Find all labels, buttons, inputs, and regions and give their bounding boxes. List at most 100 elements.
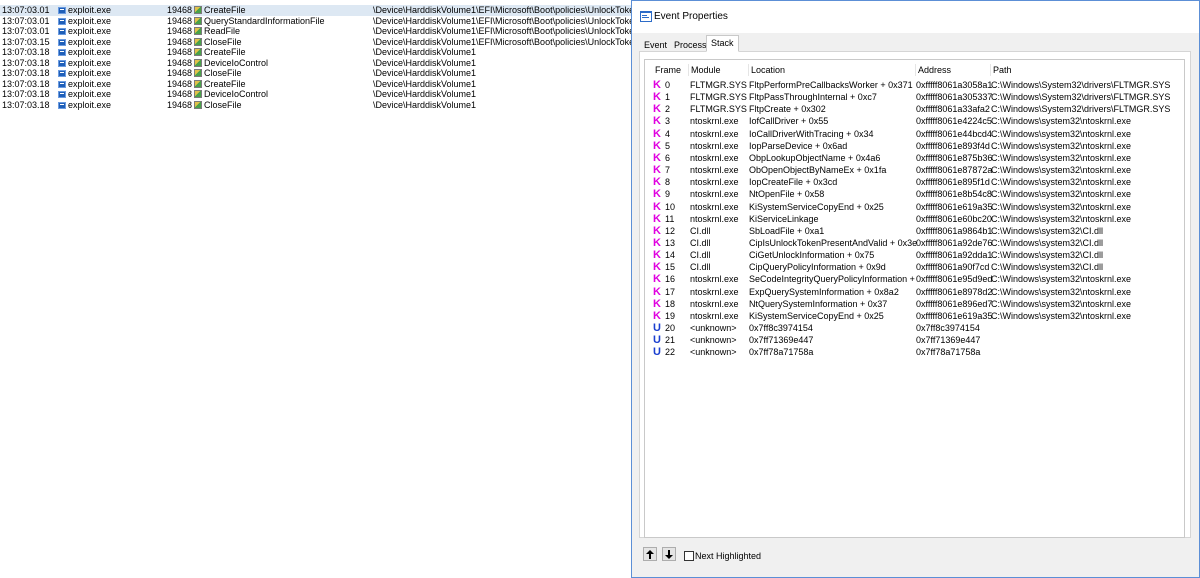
pid-cell-text: 19468: [166, 26, 192, 36]
frame-cell: K5: [653, 140, 687, 152]
location-cell: KiServiceLinkage: [749, 213, 819, 224]
module-cell: ntoskrnl.exe: [690, 298, 739, 309]
frame-number: 2: [665, 104, 671, 115]
column-header-path[interactable]: Path: [991, 64, 1184, 76]
location-cell: CipQueryPolicyInformation + 0x9d: [749, 262, 886, 273]
kernel-frame-marker: K: [653, 212, 661, 225]
stack-frame-row[interactable]: K 5 ntoskrnl.exe IopParseDevice + 0x6ad 0xff…: [645, 140, 1184, 152]
kernel-frame-marker: K: [653, 261, 661, 274]
event-properties-icon: [640, 11, 652, 22]
time-cell: 13:07:03.017...: [2, 16, 50, 27]
table-row[interactable]: 13:07:03.186... exploit.exe 19468 CreateFil…: [0, 47, 632, 58]
column-header-address[interactable]: Address: [916, 64, 991, 76]
stack-frame-row[interactable]: K 17 ntoskrnl.exe ExpQuerySystemInformation…: [645, 286, 1184, 298]
kernel-frame-marker: K: [653, 200, 661, 213]
stack-frame-row[interactable]: K 10 ntoskrnl.exe KiSystemServiceCopyEnd + …: [645, 200, 1184, 213]
path-cell-text: \Device\HarddiskVolume1\EFI\Microsoft\Bo…: [373, 15, 631, 26]
stack-frame-row[interactable]: U 20 <unknown> 0x7ff8c3974154 0x7ff8c3974154: [645, 322, 1184, 334]
module-cell: ntoskrnl.exe: [690, 152, 739, 163]
stack-frame-row[interactable]: K 13 CI.dll CipIsUnlockTokenPresentAndValid…: [645, 237, 1184, 249]
pid-cell-text: 19468: [166, 57, 192, 68]
previous-button[interactable]: [643, 547, 657, 561]
location-cell: ObpLookupObjectName + 0x4a6: [749, 152, 881, 163]
filesystem-icon: [194, 16, 202, 25]
process-cell: exploit.exe: [58, 26, 158, 37]
stack-frame-row[interactable]: K 8 ntoskrnl.exe IopCreateFile + 0x3cd 0xfff…: [645, 176, 1184, 188]
stack-frame-row[interactable]: K 16 ntoskrnl.exe SeCodeIntegrityQueryPolic…: [645, 273, 1184, 285]
frame-number: 11: [665, 213, 675, 224]
address-cell: 0x7ff8c3974154: [916, 323, 980, 333]
module-cell: ntoskrnl.exe: [690, 165, 739, 176]
process-icon: [58, 17, 66, 25]
stack-frame-row[interactable]: U 22 <unknown> 0x7ff78a71758a 0x7ff78a71758a: [645, 346, 1184, 358]
table-row[interactable]: 13:07:03.186... exploit.exe 19468 CreateFil…: [0, 79, 632, 90]
time-cell-text: 13:07:03.186...: [2, 57, 50, 68]
time-cell: 13:07:03.186...: [2, 79, 50, 90]
stack-frame-row[interactable]: K 18 ntoskrnl.exe NtQuerySystemInformation …: [645, 298, 1184, 310]
process-cell-text: exploit.exe: [68, 99, 112, 110]
next-highlighted-checkbox[interactable]: [684, 551, 694, 561]
pid-cell-text: 19468: [166, 78, 192, 89]
operation-cell: CloseFile: [194, 68, 369, 79]
path-cell-text: \Device\HarddiskVolume1: [373, 68, 477, 78]
stack-frame-row[interactable]: K 3 ntoskrnl.exe IofCallDriver + 0x55 0xffff…: [645, 115, 1184, 127]
title-bar[interactable]: Event Properties: [632, 1, 1199, 33]
table-row[interactable]: 13:07:03.017... exploit.exe 19468 CreateFil…: [0, 5, 632, 16]
module-cell: FLTMGR.SYS: [690, 80, 747, 90]
location-cell: 0x7ff8c3974154: [749, 323, 813, 333]
column-header-location[interactable]: Location: [749, 64, 916, 76]
stack-frame-row[interactable]: K 9 ntoskrnl.exe NtOpenFile + 0x58 0xfffff80…: [645, 188, 1184, 200]
path-cell: \Device\HarddiskVolume1: [373, 100, 631, 111]
module-cell: ntoskrnl.exe: [690, 189, 739, 200]
table-row[interactable]: 13:07:03.017... exploit.exe 19468 QueryStan…: [0, 16, 632, 27]
module-cell: CI.dll: [690, 237, 711, 248]
stack-frame-row[interactable]: K 0 FLTMGR.SYS FltpPerformPreCallbacksWorke…: [645, 79, 1184, 91]
location-cell: IopParseDevice + 0x6ad: [749, 140, 848, 151]
table-row[interactable]: 13:07:03.186... exploit.exe 19468 CloseFile…: [0, 100, 632, 111]
path-cell: C:\Windows\system32\CI.dll: [991, 250, 1104, 261]
path-cell: C:\Windows\system32\ntoskrnl.exe: [991, 274, 1132, 285]
stack-frame-row[interactable]: K 6 ntoskrnl.exe ObpLookupObjectName + 0x4a…: [645, 152, 1184, 164]
column-header-frame[interactable]: Frame: [653, 64, 689, 76]
tab-stack[interactable]: Stack: [706, 35, 739, 52]
path-cell: C:\Windows\system32\CI.dll: [991, 225, 1104, 236]
stack-frame-row[interactable]: K 1 FLTMGR.SYS FltpPassThroughInternal + 0x…: [645, 91, 1184, 103]
time-cell: 13:07:03.186...: [2, 47, 50, 58]
stack-frame-row[interactable]: K 4 ntoskrnl.exe IoCallDriverWithTracing + …: [645, 128, 1184, 140]
path-cell-text: \Device\HarddiskVolume1: [373, 99, 477, 110]
module-cell: ntoskrnl.exe: [690, 213, 739, 224]
stack-frame-row[interactable]: K 2 FLTMGR.SYS FltpCreate + 0x302 0xfffff806…: [645, 103, 1184, 115]
user-frame-marker: U: [653, 334, 661, 347]
filesystem-icon: [194, 37, 202, 46]
stack-frame-row[interactable]: K 7 ntoskrnl.exe ObOpenObjectByNameEx + 0x1…: [645, 164, 1184, 176]
next-button[interactable]: [662, 547, 676, 561]
stack-frame-row[interactable]: K 12 CI.dll SbLoadFile + 0xa1 0xfffff8061a98…: [645, 225, 1184, 237]
time-cell: 13:07:03.019...: [2, 26, 50, 37]
table-row[interactable]: 13:07:03.019... exploit.exe 19468 ReadFile \…: [0, 26, 632, 37]
table-row[interactable]: 13:07:03.154... exploit.exe 19468 CloseFile…: [0, 37, 632, 48]
filesystem-icon: [194, 58, 202, 67]
kernel-frame-marker: K: [653, 115, 661, 128]
tab-event[interactable]: Event: [639, 37, 672, 51]
frame-cell: K3: [653, 115, 687, 127]
stack-list[interactable]: Frame Module Location Address Path K 0 FLT…: [644, 59, 1185, 538]
stack-frame-row[interactable]: U 21 <unknown> 0x7ff71369e447 0x7ff71369e447: [645, 334, 1184, 347]
table-row[interactable]: 13:07:03.186... exploit.exe 19468 DeviceIoC…: [0, 89, 632, 100]
next-highlighted-label[interactable]: Next Highlighted: [695, 551, 761, 561]
path-cell: C:\Windows\system32\ntoskrnl.exe: [991, 140, 1132, 151]
column-header-module[interactable]: Module: [689, 64, 749, 76]
stack-frame-row[interactable]: K 14 CI.dll CiGetUnlockInformation + 0x75 0x…: [645, 249, 1184, 261]
frame-number: 16: [665, 274, 676, 285]
process-cell-text: exploit.exe: [68, 89, 112, 99]
table-row[interactable]: 13:07:03.186... exploit.exe 19468 DeviceIoC…: [0, 58, 632, 69]
path-cell: C:\Windows\system32\ntoskrnl.exe: [991, 213, 1132, 224]
arrow-down-icon: [665, 550, 673, 559]
pid-cell: 19468: [164, 16, 192, 27]
stack-frame-row[interactable]: K 19 ntoskrnl.exe KiSystemServiceCopyEnd + …: [645, 310, 1184, 322]
frame-cell: K 13: [653, 237, 687, 249]
time-cell-text: 13:07:03.017...: [2, 15, 50, 26]
frame-cell: K8: [653, 176, 687, 188]
stack-frame-row[interactable]: K 11 ntoskrnl.exe KiServiceLinkage 0xfffff80…: [645, 212, 1184, 225]
table-row[interactable]: 13:07:03.186... exploit.exe 19468 CloseFile…: [0, 68, 632, 79]
stack-frame-row[interactable]: K 15 CI.dll CipQueryPolicyInformation + 0x9…: [645, 261, 1184, 274]
